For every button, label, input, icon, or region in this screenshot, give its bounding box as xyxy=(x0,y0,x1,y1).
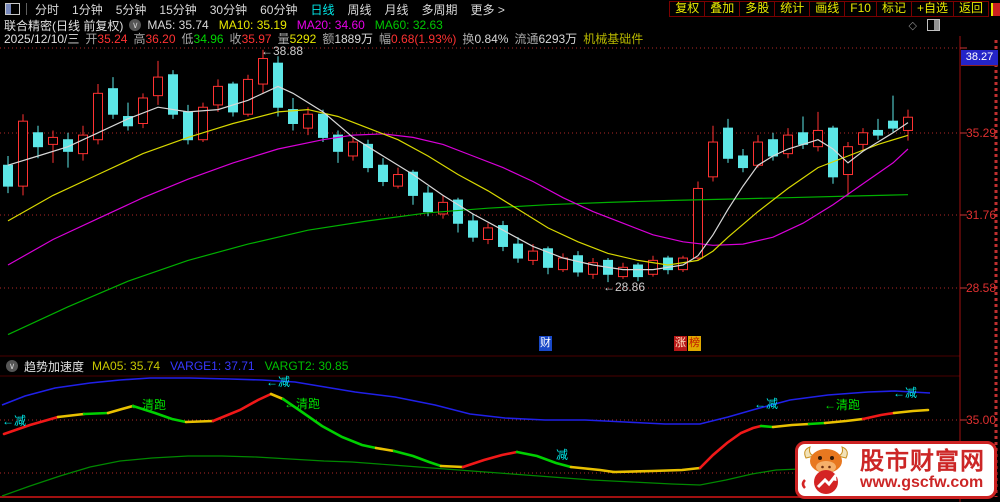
svg-text:←清跑: ←清跑 xyxy=(284,397,320,411)
quote-field-幅: 幅0.68(1.93%) xyxy=(379,31,457,46)
toolbar-button-统计[interactable]: 统计 xyxy=(774,1,811,17)
toolbar-button-F10[interactable]: F10 xyxy=(844,1,877,17)
bull-logo-icon xyxy=(801,446,848,494)
toolbar-button-标记[interactable]: 标记 xyxy=(875,1,912,17)
svg-text:←减: ←减 xyxy=(2,414,26,428)
window-icon[interactable] xyxy=(5,3,20,15)
watermark-site-name: 股市财富网 xyxy=(860,447,985,475)
tab-30分钟[interactable]: 30分钟 xyxy=(210,1,247,18)
quote-field-量: 量5292 xyxy=(277,31,317,46)
toolbar-button-复权[interactable]: 复权 xyxy=(669,1,706,17)
axis-label: 35.29 xyxy=(966,126,997,140)
svg-text:←减: ←减 xyxy=(893,386,917,400)
toolbar-button-返回[interactable]: 返回 xyxy=(952,1,989,17)
chart-canvas[interactable]: ←38.88←28.86←减←清跑←减←清跑减←减 ←清跑←减 xyxy=(0,0,1000,502)
event-marker[interactable]: 涨 xyxy=(674,336,687,351)
indicator-name: 趋势加速度 xyxy=(24,359,85,374)
tab-1分钟[interactable]: 1分钟 xyxy=(72,1,103,18)
stock-app-window: { "toolbar": { "tabs": ["分时","1分钟","5分钟"… xyxy=(0,0,1000,502)
quote-field-收: 收35.97 xyxy=(229,31,272,46)
quote-field-流通: 流通6293万 xyxy=(514,31,578,46)
right-toolbar-buttons: 复权 叠加 多股 统计 画线 F10 标记 +自选 返回 xyxy=(669,1,989,17)
quote-fields: 开35.24 高36.20 低34.96 收35.97 量5292 额1889万 幅0.68… xyxy=(85,30,583,47)
scroll-handle-icon[interactable] xyxy=(991,2,1000,16)
watermark-site-url: www.gscfw.com xyxy=(860,473,984,491)
tab-更多 >[interactable]: 更多 > xyxy=(471,1,505,18)
axis-label: 35.00 xyxy=(966,413,997,427)
industry-label: 机械基础件 xyxy=(583,31,644,46)
indicator-legend: MA05: 35.74 VARGE1: 37.71 VARGT2: 30.85 xyxy=(92,359,358,373)
tab-月线[interactable]: 月线 xyxy=(385,1,409,18)
period-toolbar: 分时 1分钟 5分钟 15分钟 30分钟 60分钟 日线 周线 月线 多周期 更多 > 复权 叠加 多股… xyxy=(0,1,1000,17)
split-window-icon[interactable] xyxy=(927,19,940,31)
quote-field-高: 高36.20 xyxy=(133,31,176,46)
axis-label: 31.76 xyxy=(966,208,997,222)
svg-text:←28.86: ←28.86 xyxy=(603,280,645,294)
toolbar-button-画线[interactable]: 画线 xyxy=(809,1,846,17)
svg-text:减: 减 xyxy=(556,448,568,462)
quote-field-额: 额1889万 xyxy=(322,31,374,46)
site-watermark: 股市财富网 www.gscfw.com xyxy=(795,441,997,499)
tab-周线[interactable]: 周线 xyxy=(347,1,371,18)
event-marker[interactable]: 榜 xyxy=(688,336,701,351)
event-marker[interactable]: 财 xyxy=(539,336,552,351)
indicator-header: ∨ 趋势加速度 MA05: 35.74 VARGE1: 37.71 VARGT2: … xyxy=(0,358,358,374)
quote-field-开: 开35.24 xyxy=(85,31,128,46)
toolbar-button-多股[interactable]: 多股 xyxy=(739,1,776,17)
tab-日线[interactable]: 日线 xyxy=(310,1,334,18)
toolbar-divider xyxy=(26,3,27,15)
current-price-tag: 38.27 xyxy=(961,50,998,66)
quote-date: 2025/12/10/三 xyxy=(4,31,80,46)
svg-text:←减: ←减 xyxy=(754,397,778,411)
period-tabs: 分时 1分钟 5分钟 15分钟 30分钟 60分钟 日线 周线 月线 多周期 更多 > xyxy=(35,1,518,18)
quote-field-换: 换0.84% xyxy=(462,31,509,46)
svg-text:←减: ←减 xyxy=(266,375,290,389)
tab-5分钟[interactable]: 5分钟 xyxy=(116,1,147,18)
axis-label: 28.58 xyxy=(966,281,997,295)
indicator-legend-item: MA05: 35.74 xyxy=(92,359,161,373)
indicator-legend-item: VARGT2: 30.85 xyxy=(264,359,349,373)
quote-bar: 2025/12/10/三 开35.24 高36.20 低34.96 收35.97 量52… xyxy=(0,30,1000,47)
toolbar-button-+自选[interactable]: +自选 xyxy=(910,1,954,17)
toolbar-button-叠加[interactable]: 叠加 xyxy=(704,1,741,17)
indicator-legend-item: VARGE1: 37.71 xyxy=(170,359,255,373)
tab-分时[interactable]: 分时 xyxy=(35,1,59,18)
tab-15分钟[interactable]: 15分钟 xyxy=(159,1,196,18)
indicator-collapse-icon[interactable]: ∨ xyxy=(6,360,18,372)
svg-text:←清跑: ←清跑 xyxy=(824,398,860,412)
svg-text:←清跑: ←清跑 xyxy=(130,398,166,412)
quote-field-低: 低34.96 xyxy=(181,31,224,46)
diamond-icon[interactable]: ◇ xyxy=(909,19,917,32)
tab-60分钟[interactable]: 60分钟 xyxy=(260,1,297,18)
tab-多周期[interactable]: 多周期 xyxy=(422,1,458,18)
